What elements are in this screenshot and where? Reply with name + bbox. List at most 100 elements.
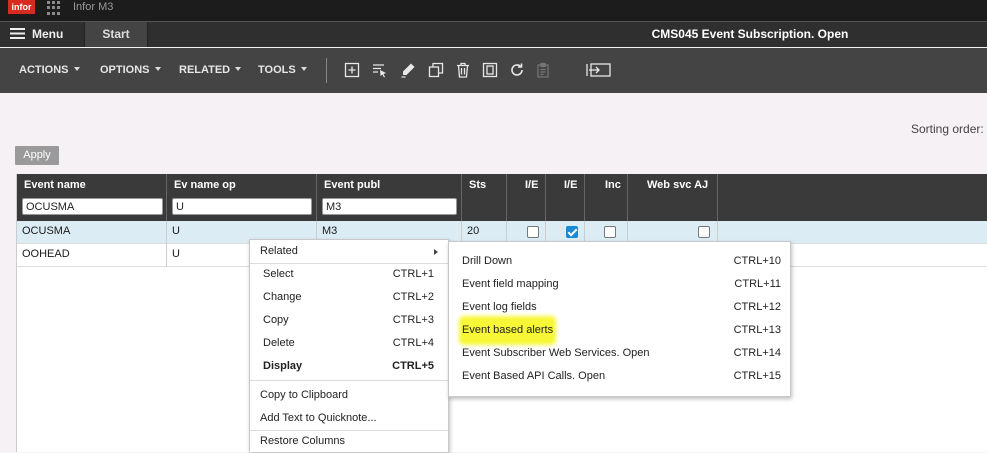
chevron-down-icon (300, 67, 307, 71)
event-publ-filter-input[interactable] (322, 198, 457, 215)
hamburger-icon (10, 28, 25, 39)
ie-2-checkbox[interactable] (566, 226, 578, 238)
menu-item-label: Event Subscriber Web Services. Open (462, 347, 650, 359)
menu-item-label: Change (263, 291, 302, 303)
column-title: I/E (525, 179, 539, 191)
menu-item-restore-columns[interactable]: Restore Columns (250, 430, 448, 453)
menu-item-select[interactable]: Select CTRL+1 (250, 263, 448, 286)
tools-menu[interactable]: TOOLS (258, 48, 307, 93)
menu-item-shortcut: CTRL+5 (392, 360, 434, 372)
menu-item-copy[interactable]: Copy CTRL+3 (250, 309, 448, 332)
column-ev-name-op[interactable]: Ev name op (167, 174, 317, 221)
event-name-cell: OCUSMA (17, 221, 167, 244)
clipboard-icon (535, 62, 551, 78)
menu-item-event-log-fields[interactable]: Event log fields CTRL+12 (449, 296, 790, 319)
chevron-down-icon (235, 67, 242, 71)
column-sts[interactable]: Sts (462, 174, 507, 221)
chevron-down-icon (73, 67, 80, 71)
toolbar: ACTIONS OPTIONS RELATED TOOLS (0, 48, 987, 93)
menu-item-label: Add Text to Quicknote... (260, 412, 377, 424)
toolbar-divider (326, 58, 327, 83)
menu-item-event-based-alerts[interactable]: Event based alerts CTRL+13 (449, 319, 790, 342)
menu-item-shortcut: CTRL+14 (733, 347, 781, 359)
column-title: Sts (469, 179, 487, 191)
menu-item-label: Event based alerts (462, 319, 554, 342)
menu-item-shortcut: CTRL+11 (734, 278, 781, 290)
panel-title: CMS045 Event Subscription. Open (651, 27, 849, 41)
actions-menu[interactable]: ACTIONS (19, 48, 80, 93)
column-title: Event name (24, 179, 86, 191)
menu-item-add-text-to-quicknote[interactable]: Add Text to Quicknote... (250, 407, 448, 430)
menu-item-label: Copy (263, 314, 289, 326)
column-ie-1[interactable]: I/E (507, 174, 546, 221)
menu-label: Menu (32, 27, 64, 41)
menu-item-shortcut: CTRL+3 (392, 314, 434, 326)
app-switcher-icon[interactable] (47, 1, 61, 15)
event-name-filter-input[interactable] (22, 198, 163, 215)
column-event-name[interactable]: Event name (17, 174, 167, 221)
tab-start[interactable]: Start (84, 22, 148, 47)
column-title: Inc (605, 179, 621, 191)
menu-item-shortcut: CTRL+10 (733, 255, 781, 267)
menu-item-shortcut: CTRL+13 (733, 324, 781, 336)
menu-item-display[interactable]: Display CTRL+5 (250, 355, 448, 378)
column-title: I/E (564, 179, 578, 191)
actions-menu-label: ACTIONS (19, 64, 69, 76)
menu-item-label: Drill Down (462, 255, 513, 267)
app-name: Infor M3 (73, 1, 114, 13)
ie-1-checkbox[interactable] (527, 226, 539, 238)
menu-item-event-field-mapping[interactable]: Event field mapping CTRL+11 (449, 273, 790, 296)
options-menu[interactable]: OPTIONS (100, 48, 161, 93)
menu-item-label: Event field mapping (462, 278, 559, 290)
top-bar: infor Infor M3 (0, 0, 987, 21)
menu-item-shortcut: CTRL+15 (733, 370, 781, 382)
menu-item-label: Delete (263, 337, 295, 349)
menu-item-shortcut: CTRL+12 (733, 301, 781, 313)
menu-item-event-based-api-calls[interactable]: Event Based API Calls. Open CTRL+15 (449, 365, 790, 388)
menu-bar: Menu Start CMS045 Event Subscription. Op… (0, 21, 987, 47)
menu-item-copy-to-clipboard[interactable]: Copy to Clipboard (250, 384, 448, 407)
inc-checkbox[interactable] (604, 226, 616, 238)
menu-button[interactable]: Menu (0, 22, 84, 47)
delete-icon[interactable] (455, 62, 471, 78)
column-title: Ev name op (174, 179, 236, 191)
column-web-svc-aj[interactable]: Web svc AJ (628, 174, 718, 221)
menu-item-change[interactable]: Change CTRL+2 (250, 286, 448, 309)
sorting-order-label: Sorting order: (911, 122, 984, 136)
tools-menu-label: TOOLS (258, 64, 296, 76)
menu-item-label: Event log fields (462, 301, 537, 313)
menu-item-event-subscriber-web-services[interactable]: Event Subscriber Web Services. Open CTRL… (449, 342, 790, 365)
export-icon[interactable] (586, 62, 611, 78)
menu-item-label: Select (263, 268, 294, 280)
web-svc-aj-checkbox[interactable] (698, 226, 710, 238)
event-name-cell: OOHEAD (17, 244, 167, 267)
add-icon[interactable] (344, 62, 360, 78)
column-inc[interactable]: Inc (585, 174, 628, 221)
menu-item-label: Restore Columns (260, 435, 345, 447)
menu-item-label: Event Based API Calls. Open (462, 370, 606, 382)
column-title: Web svc AJ (647, 179, 709, 191)
context-menu-related[interactable]: Related (250, 240, 448, 263)
column-event-publ[interactable]: Event publ (317, 174, 462, 221)
select-icon[interactable] (372, 62, 388, 78)
menu-item-label: Copy to Clipboard (260, 389, 349, 401)
edit-icon[interactable] (400, 62, 416, 78)
menu-item-delete[interactable]: Delete CTRL+4 (250, 332, 448, 355)
menu-item-shortcut: CTRL+2 (392, 291, 434, 303)
grid-header: Event name Ev name op Event publ Sts I/E… (17, 174, 987, 221)
display-icon[interactable] (482, 62, 498, 78)
context-menu: Related Select CTRL+1 Change CTRL+2 Copy… (249, 239, 449, 452)
apply-button[interactable]: Apply (15, 146, 59, 165)
related-submenu: Drill Down CTRL+10 Event field mapping C… (448, 241, 791, 397)
copy-icon[interactable] (428, 62, 444, 78)
infor-logo[interactable]: infor (8, 0, 35, 14)
refresh-icon[interactable] (509, 62, 525, 78)
menu-item-label: Related (260, 245, 298, 257)
ev-name-op-filter-input[interactable] (172, 198, 312, 215)
column-ie-2[interactable]: I/E (546, 174, 585, 221)
chevron-right-icon (434, 249, 438, 255)
related-menu[interactable]: RELATED (179, 48, 242, 93)
column-title: Event publ (324, 179, 381, 191)
menu-item-drill-down[interactable]: Drill Down CTRL+10 (449, 250, 790, 273)
menu-item-shortcut: CTRL+1 (392, 268, 434, 280)
